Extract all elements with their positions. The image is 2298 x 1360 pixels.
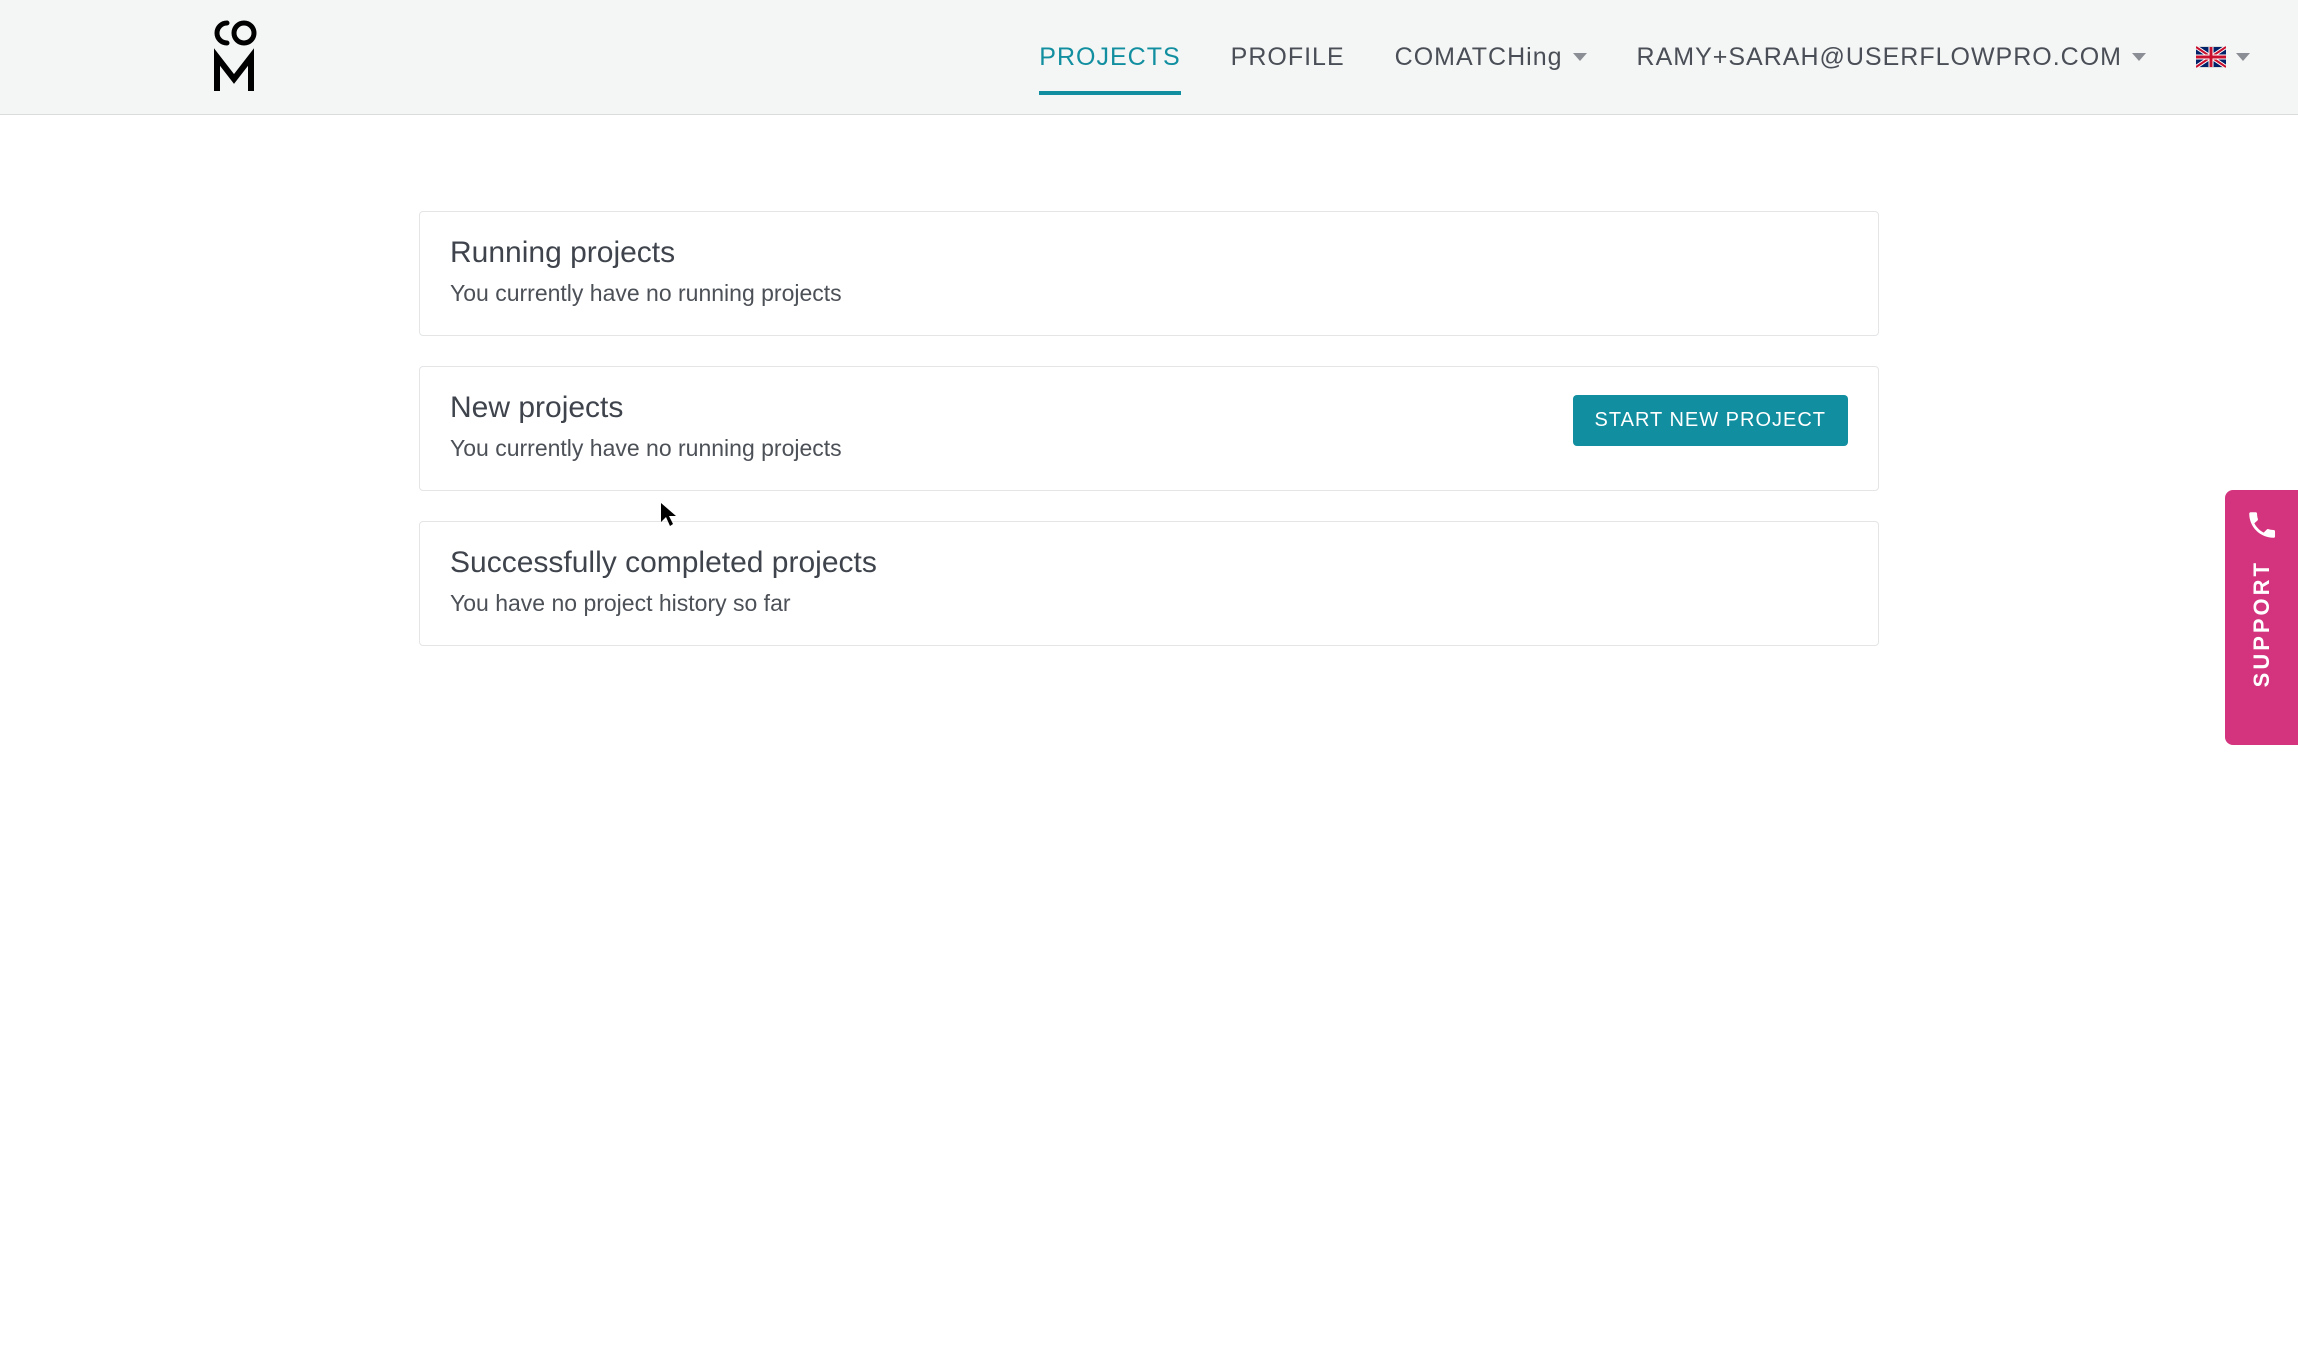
completed-projects-empty-text: You have no project history so far (450, 590, 1848, 617)
brand-logo[interactable] (210, 17, 258, 97)
completed-projects-title: Successfully completed projects (450, 546, 1848, 580)
chevron-down-icon (2236, 53, 2250, 61)
chevron-down-icon (2132, 53, 2146, 61)
nav-user-dropdown[interactable]: RAMY+SARAH@USERFLOWPRO.COM (1637, 0, 2146, 115)
nav-projects-label: PROJECTS (1039, 43, 1180, 72)
nav-profile[interactable]: PROFILE (1231, 0, 1345, 115)
phone-icon (2245, 508, 2279, 542)
start-new-project-button[interactable]: START NEW PROJECT (1573, 395, 1848, 446)
nav-comatching-dropdown[interactable]: COMATCHing (1395, 0, 1587, 115)
language-dropdown[interactable] (2196, 0, 2250, 115)
nav-user-email-label: RAMY+SARAH@USERFLOWPRO.COM (1637, 43, 2122, 72)
completed-projects-card: Successfully completed projects You have… (419, 521, 1879, 646)
main-content: Running projects You currently have no r… (209, 115, 2089, 646)
nav-comatching-label: COMATCHing (1395, 43, 1563, 72)
running-projects-empty-text: You currently have no running projects (450, 280, 1848, 307)
new-projects-card: New projects You currently have no runni… (419, 366, 1879, 491)
nav-profile-label: PROFILE (1231, 43, 1345, 72)
chevron-down-icon (1573, 53, 1587, 61)
top-navbar: PROJECTS PROFILE COMATCHing RAMY+SARAH@U… (0, 0, 2298, 115)
running-projects-card: Running projects You currently have no r… (419, 211, 1879, 336)
support-tab-label: SUPPORT (2249, 560, 2275, 687)
uk-flag-icon (2196, 46, 2226, 68)
running-projects-title: Running projects (450, 236, 1848, 270)
support-tab[interactable]: SUPPORT (2225, 490, 2298, 745)
nav-projects[interactable]: PROJECTS (1039, 0, 1180, 115)
